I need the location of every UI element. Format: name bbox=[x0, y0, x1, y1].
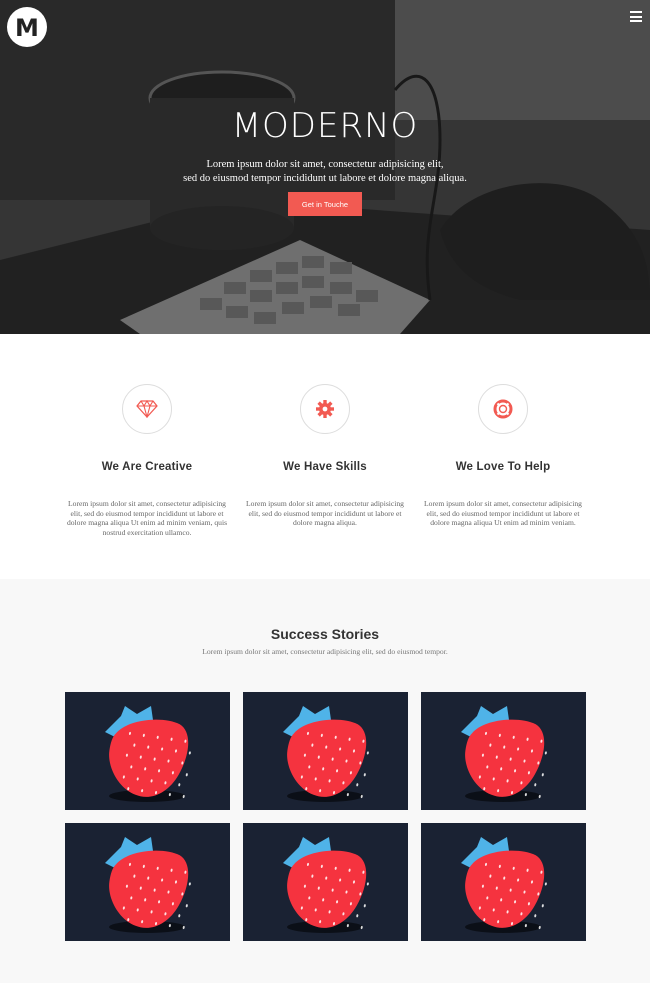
hero-subtitle-line1: Lorem ipsum dolor sit amet, consectetur … bbox=[206, 159, 444, 170]
feature-text: Lorem ipsum dolor sit amet, consectetur … bbox=[66, 499, 228, 537]
strawberry-illustration bbox=[105, 706, 191, 802]
feature-creative: We Are Creative Lorem ipsum dolor sit am… bbox=[58, 384, 236, 537]
strawberry-illustration bbox=[283, 706, 369, 802]
feature-icon-circle bbox=[300, 384, 350, 434]
feature-title: We Have Skills bbox=[283, 461, 367, 473]
section-title: Success Stories bbox=[270, 626, 380, 642]
hero-subtitle-line2: sed do eiusmod tempor incididunt ut labo… bbox=[183, 173, 467, 184]
gear-icon bbox=[316, 400, 334, 418]
portfolio-tile[interactable] bbox=[243, 823, 408, 941]
site-logo[interactable]: M bbox=[7, 7, 47, 47]
strawberry-illustration bbox=[461, 837, 547, 933]
portfolio-tile[interactable] bbox=[421, 692, 586, 810]
feature-skills: We Have Skills Lorem ipsum dolor sit ame… bbox=[236, 384, 414, 528]
portfolio-tile[interactable] bbox=[65, 692, 230, 810]
feature-text: Lorem ipsum dolor sit amet, consectetur … bbox=[424, 499, 582, 528]
feature-title: We Love To Help bbox=[455, 461, 551, 473]
lifebuoy-icon bbox=[493, 399, 513, 419]
feature-text: Lorem ipsum dolor sit amet, consectetur … bbox=[246, 499, 404, 528]
strawberry-illustration bbox=[105, 837, 191, 933]
feature-icon-circle bbox=[122, 384, 172, 434]
strawberry-illustration bbox=[283, 837, 369, 933]
hamburger-menu-icon[interactable] bbox=[630, 11, 642, 22]
feature-help: We Love To Help Lorem ipsum dolor sit am… bbox=[414, 384, 592, 528]
portfolio-tile[interactable] bbox=[65, 823, 230, 941]
logo-m-icon: M bbox=[15, 14, 39, 42]
hero-section: M MODERNO Lorem ipsum dolor sit amet, co… bbox=[0, 0, 650, 334]
hero-title: MODERNO bbox=[231, 106, 419, 146]
hero-subtitle: Lorem ipsum dolor sit amet, consectetur … bbox=[0, 158, 650, 186]
feature-title: We Are Creative bbox=[101, 461, 193, 473]
diamond-icon bbox=[136, 400, 158, 418]
portfolio-tile[interactable] bbox=[421, 823, 586, 941]
portfolio-tile[interactable] bbox=[243, 692, 408, 810]
success-stories-section: Success Stories Lorem ipsum dolor sit am… bbox=[0, 579, 650, 983]
strawberry-illustration bbox=[461, 706, 547, 802]
section-subtitle: Lorem ipsum dolor sit amet, consectetur … bbox=[202, 647, 448, 656]
get-in-touch-button[interactable]: Get in Touche bbox=[288, 192, 362, 216]
feature-icon-circle bbox=[478, 384, 528, 434]
